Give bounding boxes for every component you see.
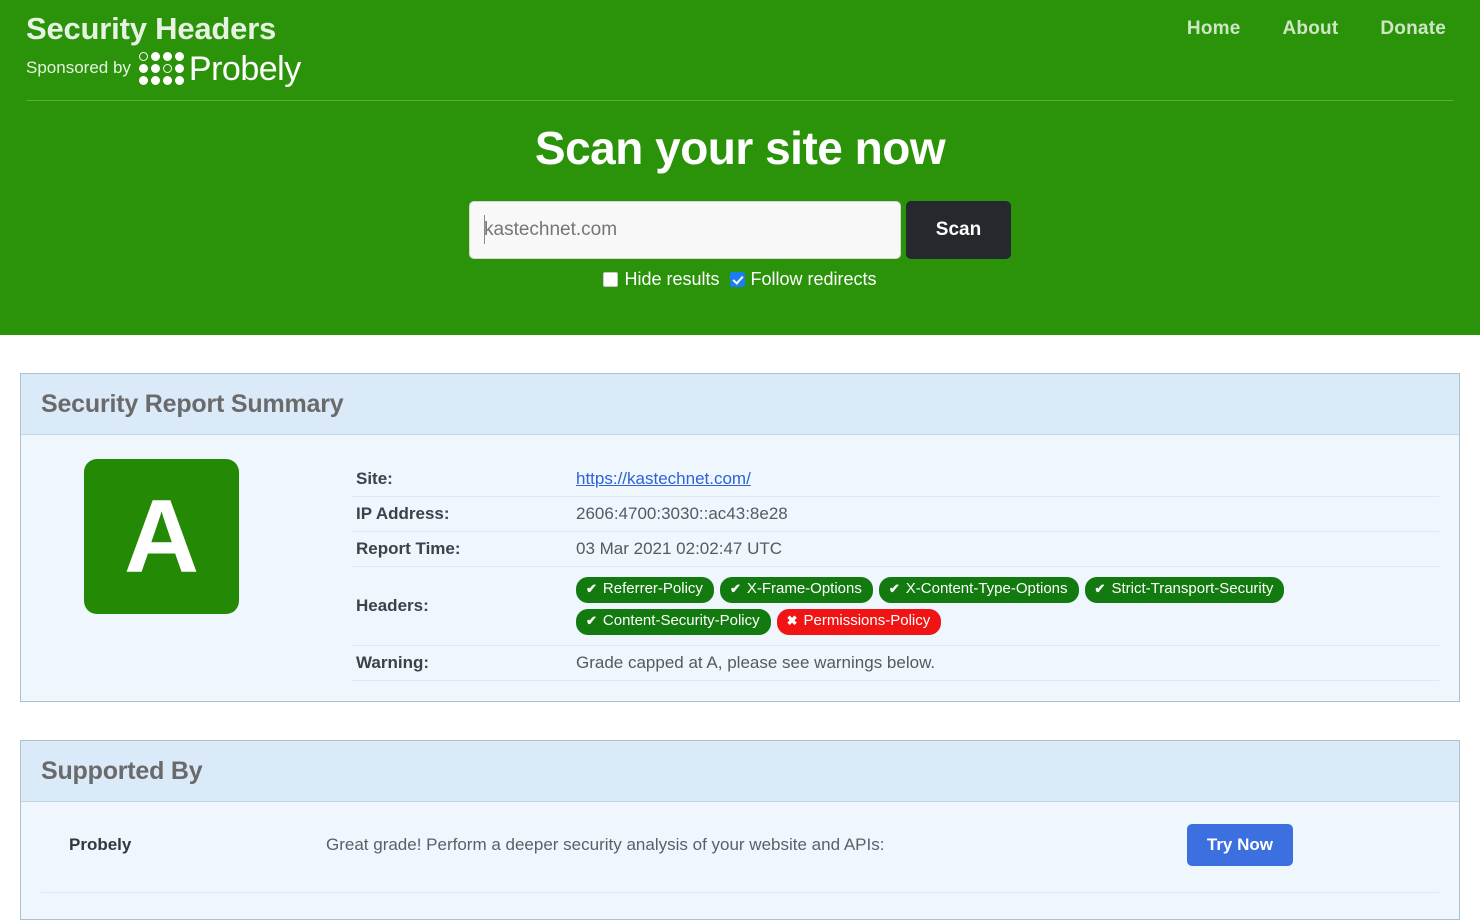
option-hide-results[interactable]: Hide results (603, 269, 720, 290)
supported-by-spacer (41, 893, 1439, 919)
ip-value: 2606:4700:3030::ac43:8e28 (576, 496, 1439, 532)
header-top-bar: Security Headers Sponsored by Probely Ho… (0, 0, 1480, 96)
status-badge-label: Permissions-Policy (803, 611, 931, 629)
table-row-warning: Warning: Grade capped at A, please see w… (351, 645, 1439, 681)
headers-label: Headers: (351, 566, 576, 646)
brand-title: Security Headers (26, 11, 277, 46)
supporter-row: Probely Great grade! Perform a deeper se… (41, 802, 1439, 893)
page-content: Security Report Summary A Site: https://… (0, 373, 1480, 920)
supported-by-card-header: Supported By (21, 740, 1459, 802)
sponsor-block: Sponsored by Probely (26, 52, 301, 86)
ip-label: IP Address: (351, 496, 576, 532)
report-time-label: Report Time: (351, 531, 576, 567)
security-report-card-header: Security Report Summary (21, 374, 1459, 435)
nav-link-home[interactable]: Home (1187, 18, 1241, 40)
report-summary: A Site: https://kastechnet.com/ IP Addre… (41, 459, 1439, 681)
security-report-card: Security Report Summary A Site: https://… (20, 373, 1460, 702)
supporter-cta-cell: Try Now (1186, 823, 1439, 866)
status-badge-label: Strict-Transport-Security (1111, 580, 1274, 597)
supporter-name: Probely (69, 834, 132, 854)
scan-url-input[interactable] (469, 201, 901, 259)
option-follow-redirects[interactable]: Follow redirects (729, 269, 877, 290)
probely-logo[interactable]: Probely (138, 49, 301, 88)
scan-options: Hide results Follow redirects (0, 269, 1480, 290)
site-value-cell: https://kastechnet.com/ (576, 462, 1439, 497)
table-row-report-time: Report Time: 03 Mar 2021 02:02:47 UTC (351, 531, 1439, 567)
main-nav: Home About Donate (1187, 8, 1454, 40)
probely-wordmark: Probely (188, 49, 301, 88)
site-label: Site: (351, 462, 576, 497)
status-badge[interactable]: ✔ Strict-Transport-Security (1084, 577, 1285, 603)
status-badge[interactable]: ✔ Referrer-Policy (576, 577, 714, 603)
scan-button[interactable]: Scan (906, 201, 1011, 259)
table-row-site: Site: https://kastechnet.com/ (351, 462, 1439, 497)
security-report-title: Security Report Summary (41, 390, 344, 418)
text-caret (484, 215, 485, 244)
status-badge-label: X-Content-Type-Options (905, 580, 1068, 597)
supporter-description: Great grade! Perform a deeper security a… (326, 834, 885, 854)
status-badge-label: Referrer-Policy (602, 580, 703, 597)
follow-redirects-checkbox[interactable] (729, 272, 745, 287)
nav-link-about[interactable]: About (1283, 18, 1339, 40)
sponsored-by-label: Sponsored by (26, 58, 131, 78)
warning-value: Grade capped at A, please see warnings b… (576, 645, 1439, 681)
status-badge[interactable]: ✖ Permissions-Policy (776, 608, 942, 635)
table-row-headers: Headers: ✔ Referrer-Policy ✔ X-Frame-Opt… (351, 566, 1439, 646)
check-icon: ✔ (729, 581, 741, 597)
probely-dots-icon (138, 52, 184, 86)
warning-label: Warning: (351, 645, 576, 681)
try-now-button[interactable]: Try Now (1186, 823, 1293, 866)
grade-column: A (41, 459, 351, 614)
status-badge-label: Content-Security-Policy (602, 611, 760, 629)
headers-value-cell: ✔ Referrer-Policy ✔ X-Frame-Options ✔ X-… (576, 566, 1439, 646)
hero-heading: Scan your site now (534, 122, 946, 174)
header-divider (26, 100, 1454, 101)
check-icon: ✔ (586, 581, 597, 597)
status-badge[interactable]: ✔ X-Content-Type-Options (878, 577, 1079, 603)
check-icon: ✔ (1094, 581, 1106, 597)
security-report-card-body: A Site: https://kastechnet.com/ IP Addre… (21, 435, 1459, 701)
header-badge-list: ✔ Referrer-Policy ✔ X-Frame-Options ✔ X-… (576, 574, 1336, 638)
follow-redirects-label: Follow redirects (750, 269, 877, 289)
nav-link-donate[interactable]: Donate (1380, 18, 1446, 40)
report-info-table: Site: https://kastechnet.com/ IP Address… (351, 462, 1439, 681)
supported-by-card: Supported By Probely Great grade! Perfor… (20, 739, 1460, 920)
hide-results-label: Hide results (624, 269, 720, 289)
status-badge[interactable]: ✔ Content-Security-Policy (576, 608, 771, 635)
scan-input-wrapper (469, 201, 901, 259)
scan-form: Scan (0, 201, 1480, 259)
supported-by-card-body: Probely Great grade! Perform a deeper se… (21, 802, 1459, 919)
table-row-ip: IP Address: 2606:4700:3030::ac43:8e28 (351, 496, 1439, 532)
supported-by-title: Supported By (41, 756, 203, 785)
check-icon: ✔ (586, 613, 597, 628)
site-url-link[interactable]: https://kastechnet.com/ (576, 469, 751, 488)
cross-icon: ✖ (786, 613, 798, 628)
grade-badge: A (84, 459, 239, 614)
site-header: Security Headers Sponsored by Probely Ho… (0, 0, 1480, 335)
hide-results-checkbox[interactable] (603, 272, 619, 287)
check-icon: ✔ (888, 581, 900, 597)
status-badge-label: X-Frame-Options (746, 580, 862, 597)
report-time-value: 03 Mar 2021 02:02:47 UTC (576, 531, 1439, 567)
brand-block[interactable]: Security Headers Sponsored by Probely (26, 8, 301, 86)
status-badge[interactable]: ✔ X-Frame-Options (719, 577, 873, 603)
